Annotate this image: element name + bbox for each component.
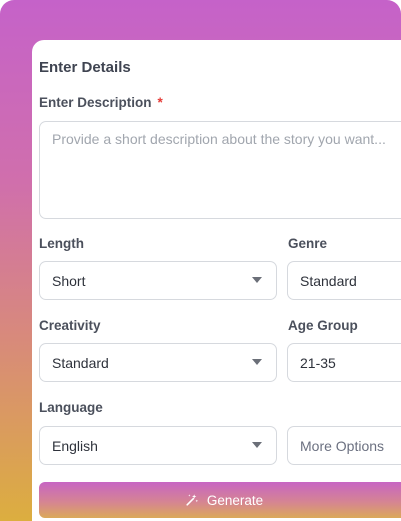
more-options-button[interactable]: More Options	[287, 426, 401, 465]
length-value: Short	[52, 272, 86, 289]
age-group-select[interactable]: 21-35	[287, 343, 401, 382]
more-options-label: More Options	[300, 437, 385, 454]
genre-select[interactable]: Standard	[287, 261, 401, 300]
creativity-value: Standard	[52, 354, 109, 371]
magic-wand-icon	[186, 494, 198, 506]
description-label-row: Enter Description *	[39, 95, 163, 110]
genre-label: Genre	[288, 236, 328, 251]
creativity-select[interactable]: Standard	[39, 343, 277, 382]
required-indicator: *	[157, 95, 163, 110]
length-select[interactable]: Short	[39, 261, 277, 300]
language-select[interactable]: English	[39, 426, 277, 465]
chevron-down-icon	[252, 442, 262, 448]
page-title: Enter Details	[39, 59, 131, 76]
language-label: Language	[39, 400, 103, 415]
length-label: Length	[39, 236, 84, 251]
chevron-down-icon	[252, 359, 262, 365]
description-textarea[interactable]: Provide a short description about the st…	[39, 121, 401, 219]
genre-value: Standard	[300, 272, 357, 289]
description-label: Enter Description	[39, 95, 152, 110]
creativity-label: Creativity	[39, 318, 101, 333]
language-value: English	[52, 437, 98, 454]
age-group-label: Age Group	[288, 318, 358, 333]
chevron-down-icon	[252, 277, 262, 283]
generate-button[interactable]: Generate	[39, 482, 401, 518]
generate-label: Generate	[206, 492, 264, 508]
details-panel: Enter Details Enter Description * Provide…	[32, 40, 401, 521]
age-group-value: 21-35	[300, 354, 336, 371]
